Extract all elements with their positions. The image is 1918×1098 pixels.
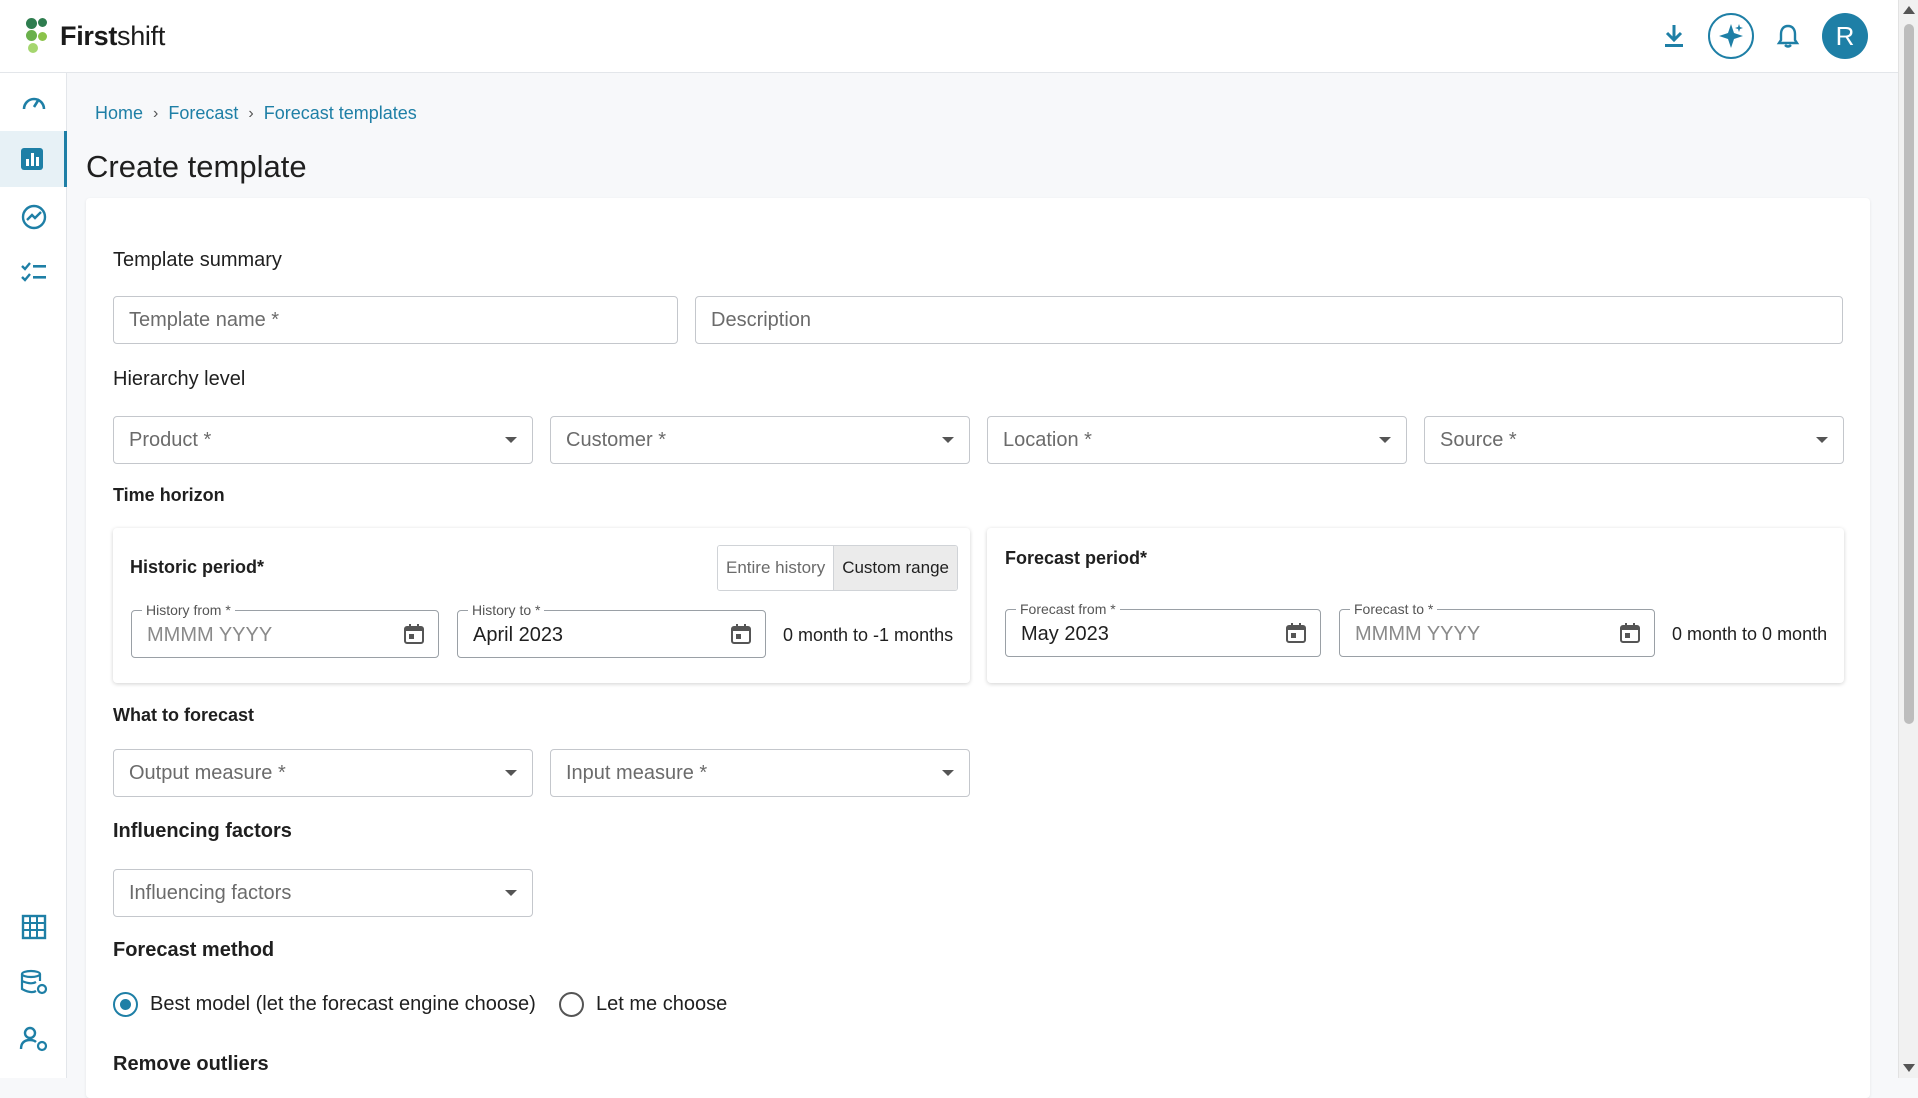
chevron-down-icon [942,770,954,776]
top-bar: Firstshift R [0,0,1898,73]
historic-period-title: Historic period* [130,557,265,577]
location-select[interactable]: Location * [987,416,1407,464]
forecast-period-panel: Forecast period* Forecast from * May 202… [987,528,1844,683]
breadcrumb: Home › Forecast › Forecast templates [95,103,417,124]
template-form-card: Template summary Template name * Descrip… [86,198,1870,1098]
let-me-choose-label: Let me choose [596,993,728,1015]
page-title: Create template [86,149,307,184]
forecast-from-field[interactable]: Forecast from * May 2023 [1005,601,1321,657]
history-to-field[interactable]: History to * April 2023 [457,602,766,658]
customer-select[interactable]: Customer * [550,416,970,464]
app-logo[interactable]: Firstshift [24,16,165,56]
historic-period-panel: Historic period* Entire history Custom r… [113,528,970,683]
calendar-icon[interactable] [1618,621,1642,645]
chevron-down-icon [505,437,517,443]
database-settings-icon[interactable] [0,955,67,1011]
calendar-icon[interactable] [402,622,426,646]
chevron-down-icon [1816,437,1828,443]
forecast-from-label: Forecast from * [1016,601,1120,617]
radio-best-model[interactable] [113,992,138,1017]
radio-let-me-choose[interactable] [559,992,584,1017]
breadcrumb-forecast[interactable]: Forecast [168,103,238,124]
template-summary-label: Template summary [113,249,282,271]
checklist-icon[interactable] [0,245,67,301]
page-scrollbar[interactable] [1898,0,1918,1078]
forecast-to-field[interactable]: Forecast to * MMMM YYYY [1339,601,1655,657]
breadcrumb-separator: › [248,104,254,122]
influencing-factors-select[interactable]: Influencing factors [113,869,533,917]
history-from-value: MMMM YYYY [147,624,273,646]
trend-icon[interactable] [0,189,67,245]
building-icon[interactable] [0,899,67,955]
breadcrumb-separator: › [153,104,159,122]
forecast-range-summary: 0 month to 0 month [1672,624,1828,644]
calendar-icon[interactable] [729,622,753,646]
forecast-from-value: May 2023 [1021,623,1109,645]
forecast-to-label: Forecast to * [1350,601,1438,617]
chevron-down-icon [1379,437,1391,443]
output-measure-select[interactable]: Output measure * [113,749,533,797]
scroll-thumb[interactable] [1904,24,1914,724]
remove-outliers-label: Remove outliers [113,1053,269,1075]
history-range-toggle: Entire history Custom range [717,545,958,591]
history-to-value: April 2023 [473,624,564,646]
template-name-input[interactable]: Template name * [113,296,678,344]
hierarchy-level-label: Hierarchy level [113,368,246,390]
history-from-field[interactable]: History from * MMMM YYYY [131,602,439,658]
chevron-down-icon [505,770,517,776]
entire-history-toggle[interactable]: Entire history [718,546,834,590]
influencing-factors-label: Influencing factors [113,820,292,842]
bell-icon[interactable] [1776,23,1800,49]
chevron-down-icon [505,890,517,896]
custom-range-toggle[interactable]: Custom range [833,546,957,590]
side-rail [0,73,67,1078]
chevron-down-icon [942,437,954,443]
forecast-period-title: Forecast period* [1005,548,1148,568]
what-to-forecast-label: What to forecast [113,705,255,725]
forecast-method-label: Forecast method [113,939,275,961]
time-horizon-label: Time horizon [113,485,225,505]
history-to-label: History to * [468,602,545,618]
brand-name: Firstshift [60,20,166,51]
breadcrumb-forecast-templates[interactable]: Forecast templates [264,103,417,124]
forecast-method-best-option[interactable]: Best model (let the forecast engine choo… [113,992,536,1017]
dashboard-icon[interactable] [0,75,67,131]
avatar[interactable]: R [1822,13,1868,59]
breadcrumb-home[interactable]: Home [95,103,143,124]
calendar-icon[interactable] [1284,621,1308,645]
source-select[interactable]: Source * [1424,416,1844,464]
best-model-label: Best model (let the forecast engine choo… [150,993,536,1015]
scroll-down-icon[interactable] [1903,1064,1915,1072]
description-input[interactable]: Description [695,296,1843,344]
bar-chart-icon[interactable] [0,131,67,187]
scroll-up-icon[interactable] [1903,6,1915,14]
logo-icon [24,16,54,56]
ai-sparkle-icon[interactable] [1708,13,1754,59]
download-icon[interactable] [1662,23,1686,49]
history-from-label: History from * [142,602,235,618]
forecast-to-value: MMMM YYYY [1355,623,1481,645]
forecast-method-choose-option[interactable]: Let me choose [559,992,727,1017]
product-select[interactable]: Product * [113,416,533,464]
user-settings-icon[interactable] [0,1011,67,1067]
history-range-summary: 0 month to -1 months [783,625,954,645]
input-measure-select[interactable]: Input measure * [550,749,970,797]
